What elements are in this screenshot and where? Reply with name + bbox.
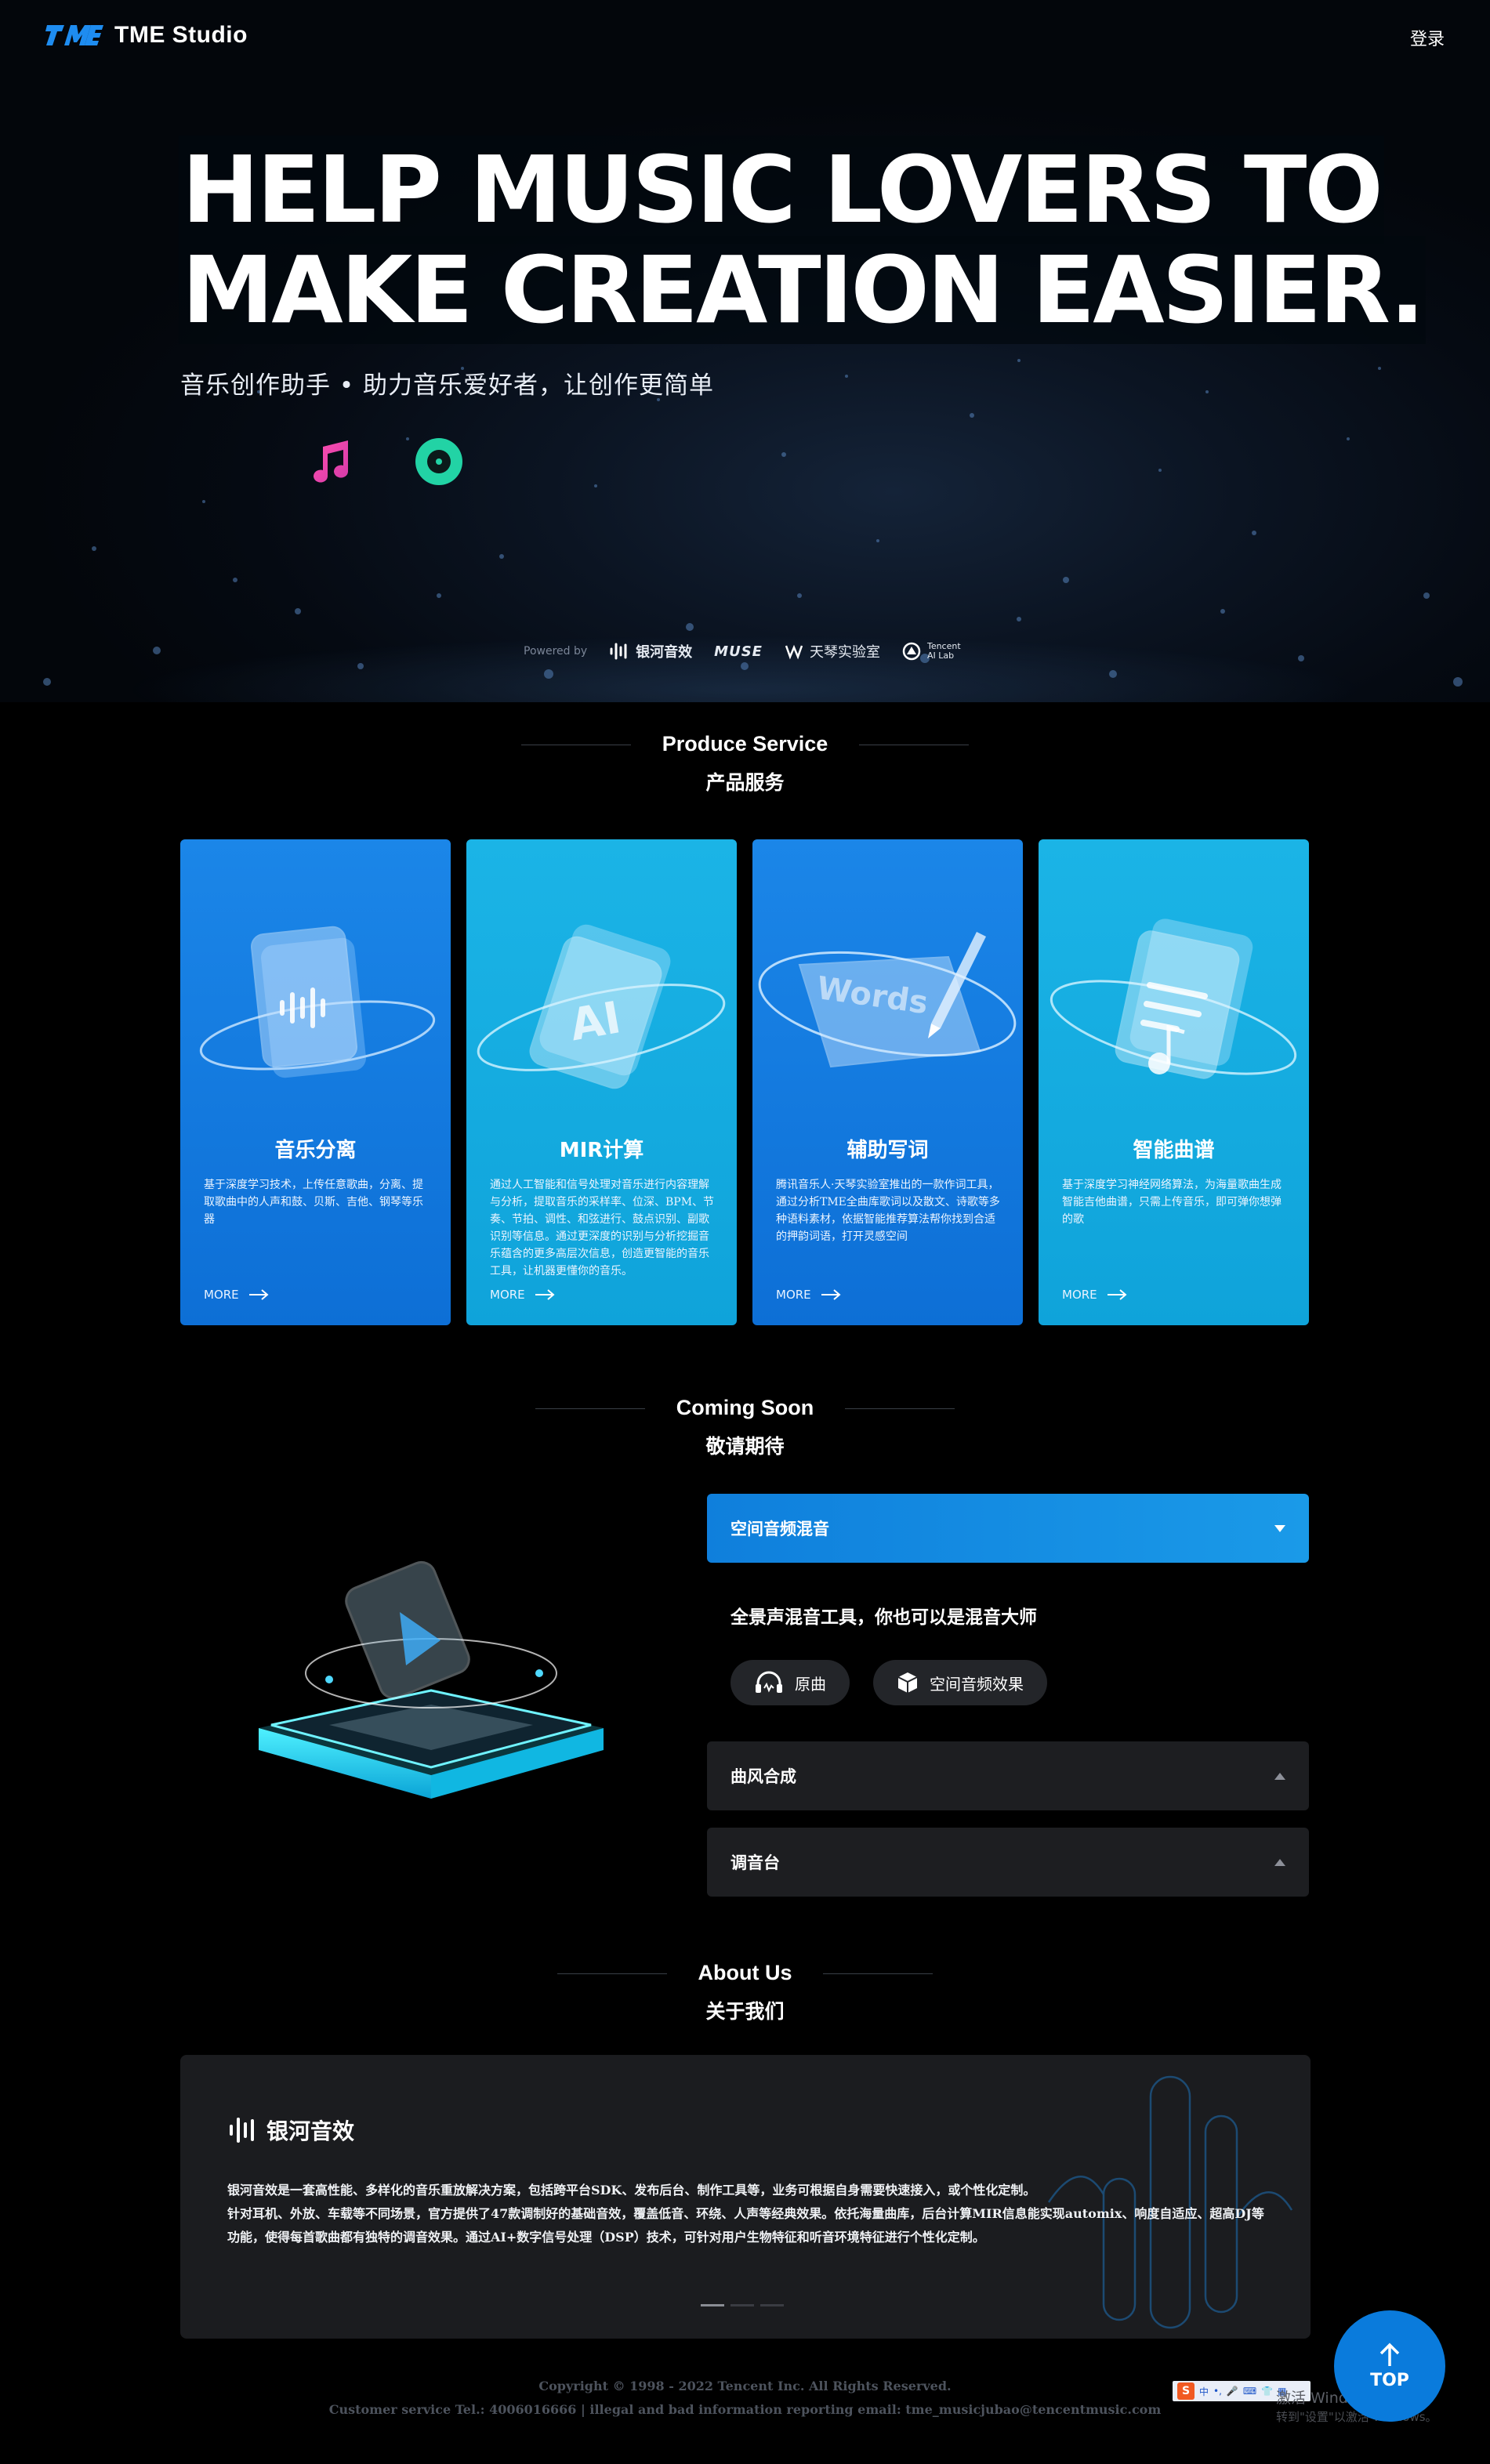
vinyl-disc-icon xyxy=(400,436,478,487)
accordion-panel-spatial-audio: 全景声混音工具，你也可以是混音大师 原曲 空间音频效果 xyxy=(730,1602,1295,1705)
services-title-zh: 产品服务 xyxy=(705,771,785,794)
galaxy-audio-logo-icon xyxy=(610,643,627,660)
hero-headline: HELP MUSIC LOVERS TO MAKE CREATION EASIE… xyxy=(179,136,1426,344)
about-panel: 银河音效 银河音效是一套高性能、多样化的音乐重放解决方案，包括跨平台SDK、发布… xyxy=(180,2055,1311,2339)
powered-by-label: Powered by xyxy=(524,645,588,658)
service-card-desc: 通过人工智能和信号处理对音乐进行内容理解与分析，提取音乐的采样率、位深、BPM、… xyxy=(490,1179,715,1277)
headphones-icon xyxy=(756,1671,782,1693)
service-card-title: 音乐分离 xyxy=(274,1139,357,1162)
service-card-desc: 基于深度学习神经网络算法，为海量歌曲生成智能吉他曲谱，只需上传音乐，即可弹你想弹… xyxy=(1062,1179,1282,1226)
headline-line-2: MAKE CREATION EASIER. xyxy=(179,236,1426,344)
triangle-up-icon xyxy=(1274,1858,1285,1866)
more-link[interactable]: MORE xyxy=(776,1288,841,1302)
coming-soon-title-en: Coming Soon xyxy=(535,1396,955,1420)
service-card-desc: 基于深度学习技术，上传任意歌曲，分离、提取歌曲中的人声和鼓、贝斯、吉他、钢琴等乐… xyxy=(204,1179,423,1226)
service-card-lyrics[interactable]: Words 辅助写词 腾讯音乐人·天琴实验室推出的一款作词工具，通过分析TME全… xyxy=(752,839,1023,1325)
audio-compare-buttons: 原曲 空间音频效果 xyxy=(730,1660,1295,1705)
accordion-style-synthesis[interactable]: 曲风合成 xyxy=(707,1741,1309,1810)
accordion-header[interactable]: 曲风合成 xyxy=(707,1741,1309,1810)
back-to-top-button[interactable]: TOP xyxy=(1334,2310,1445,2422)
music-note-icon xyxy=(290,436,368,487)
tme-logo-icon xyxy=(45,25,103,45)
galaxy-audio-logo-icon xyxy=(230,2118,254,2143)
tianqin-lab-logo-icon xyxy=(785,644,803,660)
arrow-right-icon xyxy=(248,1289,269,1300)
service-card-title: MIR计算 xyxy=(559,1139,644,1162)
skin-icon: 👕 xyxy=(1261,2386,1274,2397)
triangle-up-icon xyxy=(1274,1772,1285,1780)
carousel-dot-active[interactable] xyxy=(701,2304,724,2306)
hero-section: TME Studio 登录 HELP MUSIC LOVERS TO MAKE … xyxy=(0,0,1490,702)
accordion-header[interactable]: 空间音频混音 xyxy=(707,1494,1309,1563)
service-card-desc: 腾讯音乐人·天琴实验室推出的一款作词工具，通过分析TME全曲库歌词以及散文、诗歌… xyxy=(776,1179,1000,1243)
partner-muse: MUSE xyxy=(714,643,763,660)
footer-contact: Customer service Tel.: 4006016666 | ille… xyxy=(328,2402,1162,2417)
svg-text:AI: AI xyxy=(566,992,624,1051)
brand-name: TME Studio xyxy=(114,22,248,48)
service-cards: 音乐分离 基于深度学习技术，上传任意歌曲，分离、提取歌曲中的人声和鼓、贝斯、吉他… xyxy=(180,839,1309,1325)
accordion-spatial-audio[interactable]: 空间音频混音 xyxy=(707,1494,1309,1563)
services-heading: Produce Service 产品服务 xyxy=(0,732,1490,795)
keyboard-icon: ⌨ xyxy=(1242,2386,1257,2397)
accordion-tagline: 全景声混音工具，你也可以是混音大师 xyxy=(730,1607,1037,1628)
powered-by-bar: Powered by 银河音效 MUSE 天琴实验室 Tencent AI La… xyxy=(0,641,1490,661)
login-link[interactable]: 登录 xyxy=(1410,25,1445,50)
about-title-zh: 关于我们 xyxy=(705,2000,785,2023)
carousel-indicator[interactable] xyxy=(701,2304,784,2306)
accordion-header[interactable]: 调音台 xyxy=(707,1828,1309,1897)
page: TME Studio 登录 HELP MUSIC LOVERS TO MAKE … xyxy=(0,0,1490,2464)
microphone-icon: 🎤 xyxy=(1226,2386,1238,2397)
about-brand: 银河音效 xyxy=(227,2114,354,2146)
spatial-audio-art-icon xyxy=(259,1560,604,1799)
headline-line-1: HELP MUSIC LOVERS TO xyxy=(179,136,1384,244)
more-link[interactable]: MORE xyxy=(204,1288,269,1302)
service-card-title: 智能曲谱 xyxy=(1133,1139,1215,1162)
about-heading: About Us 关于我们 xyxy=(0,1961,1490,2024)
triangle-down-icon xyxy=(1274,1524,1285,1532)
brand-logo[interactable]: TME Studio xyxy=(45,22,248,49)
top-navigation-bar: TME Studio 登录 xyxy=(0,0,1490,75)
partner-galaxy-audio: 银河音效 xyxy=(609,641,692,661)
cube-icon xyxy=(897,1672,918,1693)
service-card-title: 辅助写词 xyxy=(847,1139,929,1162)
hero-subtitle: 音乐创作助手 • 助力音乐爱好者，让创作更简单 xyxy=(180,371,714,400)
ai-chip-art-icon: AI xyxy=(477,924,726,1089)
carousel-dot[interactable] xyxy=(730,2304,754,2306)
about-description: 银河音效是一套高性能、多样化的音乐重放解决方案，包括跨平台SDK、发布后台、制作… xyxy=(227,2183,1264,2245)
services-title-en: Produce Service xyxy=(520,732,969,756)
arrow-right-icon xyxy=(1107,1289,1127,1300)
sogou-ime-icon: S xyxy=(1177,2382,1195,2400)
service-card-mir[interactable]: AI MIR计算 通过人工智能和信号处理对音乐进行内容理解与分析，提取音乐的采样… xyxy=(466,839,737,1325)
music-score-art-icon xyxy=(1050,919,1297,1079)
coming-soon-heading: Coming Soon 敬请期待 xyxy=(0,1396,1490,1459)
accordion-mixing-console[interactable]: 调音台 xyxy=(707,1828,1309,1897)
spatial-effect-button[interactable]: 空间音频效果 xyxy=(873,1660,1047,1705)
arrow-right-icon xyxy=(821,1289,841,1300)
tencent-ai-lab-logo-icon xyxy=(902,642,921,661)
service-card-smart-score[interactable]: 智能曲谱 基于深度学习神经网络算法，为海量歌曲生成智能吉他曲谱，只需上传音乐，即… xyxy=(1039,839,1309,1325)
hero-feature-icons xyxy=(180,436,478,487)
waveform-icon xyxy=(180,436,259,487)
ime-punctuation-icon: •, xyxy=(1213,2386,1222,2397)
more-link[interactable]: MORE xyxy=(490,1288,555,1302)
music-separation-art-icon xyxy=(199,926,436,1078)
about-title-en: About Us xyxy=(556,1961,934,1985)
words-pen-art-icon: Words xyxy=(758,932,1017,1068)
more-link[interactable]: MORE xyxy=(1062,1288,1127,1302)
original-track-button[interactable]: 原曲 xyxy=(730,1660,850,1705)
service-card-music-separation[interactable]: 音乐分离 基于深度学习技术，上传任意歌曲，分离、提取歌曲中的人声和鼓、贝斯、吉他… xyxy=(180,839,451,1325)
carousel-dot[interactable] xyxy=(760,2304,784,2306)
arrow-right-icon xyxy=(535,1289,555,1300)
partner-tencent-ai-lab: Tencent AI Lab xyxy=(902,642,966,661)
partner-tianqin-lab: 天琴实验室 xyxy=(785,641,880,661)
coming-soon-title-zh: 敬请期待 xyxy=(705,1435,785,1458)
arrow-up-icon xyxy=(1379,2343,1400,2366)
